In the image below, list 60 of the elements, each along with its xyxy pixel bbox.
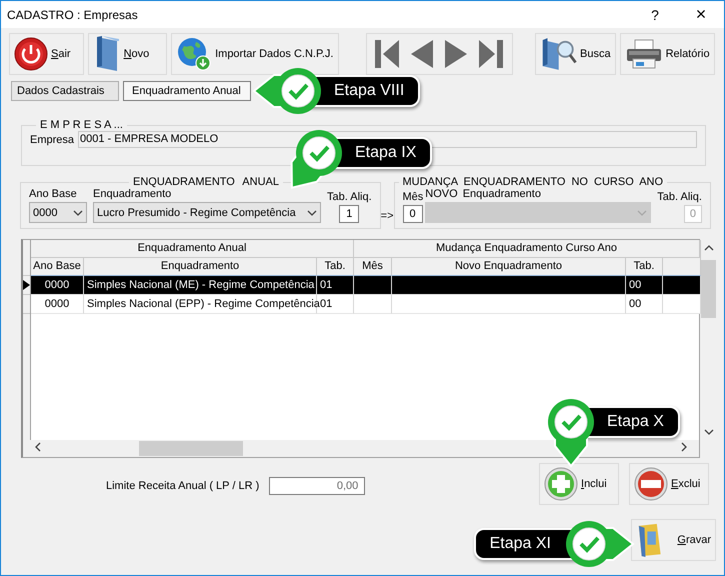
chevron-icon (307, 210, 317, 216)
year-dropdown[interactable]: 0000 (29, 202, 87, 223)
chevron-icon (35, 442, 41, 452)
field-label: Ano Base (29, 188, 77, 200)
group-header: Enquadramento Anual (31, 240, 354, 258)
window-title: CADASTRO : Empresas (7, 8, 139, 22)
scroll-thumb[interactable] (139, 441, 243, 456)
field-label: Mês (402, 191, 424, 203)
printer-icon (624, 38, 663, 70)
chevron-icon (704, 245, 714, 251)
previous-icon (410, 38, 434, 68)
power-icon (14, 36, 48, 70)
toolbar-button[interactable]: Novo (88, 32, 168, 74)
toolbar-button[interactable]: Busca (534, 32, 616, 74)
globe-icon (176, 36, 212, 72)
chevron-icon (681, 442, 687, 452)
field-label: Tab. Aliq. (327, 191, 372, 203)
field-label: Enquadramento (462, 188, 541, 200)
chevron-icon (704, 429, 714, 435)
action-button[interactable]: Inclui (539, 463, 619, 505)
table-cell: 00 (626, 295, 663, 314)
next-icon (444, 38, 468, 68)
save-button[interactable]: Gravar (631, 519, 716, 561)
table-cell: 0000 (31, 295, 84, 314)
tab[interactable]: Dados Cadastrais (11, 81, 119, 101)
grid-row[interactable]: 0000 Simples Nacional (EPP) - Regime Competência01 00 (31, 295, 701, 314)
plus-icon (544, 467, 578, 501)
group-title: MUDANÇA ENQUADRAMENTO NO CURSO ANO (402, 176, 664, 188)
minus-icon (634, 467, 668, 501)
toolbar-button[interactable]: Importar Dados C.N.P.J. (171, 32, 338, 74)
horizontal-scrollbar[interactable] (23, 440, 699, 457)
group-title: ENQUADRAMENTO ANUAL (132, 176, 280, 188)
group-header: Mudança Enquadramento Curso Ano (354, 240, 700, 258)
toolbar-button[interactable]: Sair (9, 32, 84, 74)
field-label: Enquadramento (93, 188, 172, 200)
chevron-icon (73, 210, 83, 216)
field-label: NOVO (425, 188, 458, 200)
column-header[interactable]: Ano Base (31, 258, 84, 276)
revenue-limit-field[interactable]: 0,00 (269, 477, 366, 495)
action-button[interactable]: Exclui (629, 463, 709, 505)
field-label: Tab. Aliq. (657, 191, 702, 203)
tab[interactable]: Enquadramento Anual (123, 81, 251, 101)
column-header[interactable]: Tab. (626, 258, 663, 276)
column-header[interactable]: Enquadramento (84, 258, 317, 276)
column-header[interactable]: Novo Enquadramento (392, 258, 626, 276)
scroll-thumb[interactable] (701, 260, 716, 318)
regime-dropdown[interactable]: Lucro Presumido - Regime Competência (93, 202, 321, 223)
check-icon (295, 129, 343, 177)
field-label: Empresa (30, 134, 74, 146)
field-label: Limite Receita Anual ( LP / LR ) (106, 480, 260, 492)
column-header[interactable]: Tab. (317, 258, 354, 276)
column-header[interactable]: Mês (354, 258, 392, 276)
chevron-icon (637, 210, 648, 216)
month-field[interactable]: 0 (402, 205, 422, 223)
skip-back-icon (374, 38, 400, 68)
toolbar-button[interactable]: Relatório (620, 32, 715, 74)
arrow-text: => (380, 210, 394, 222)
rate-table-field[interactable]: 1 (339, 205, 360, 223)
skip-forward-icon (478, 38, 504, 68)
group-title: E M P R E S A ... (39, 119, 124, 131)
